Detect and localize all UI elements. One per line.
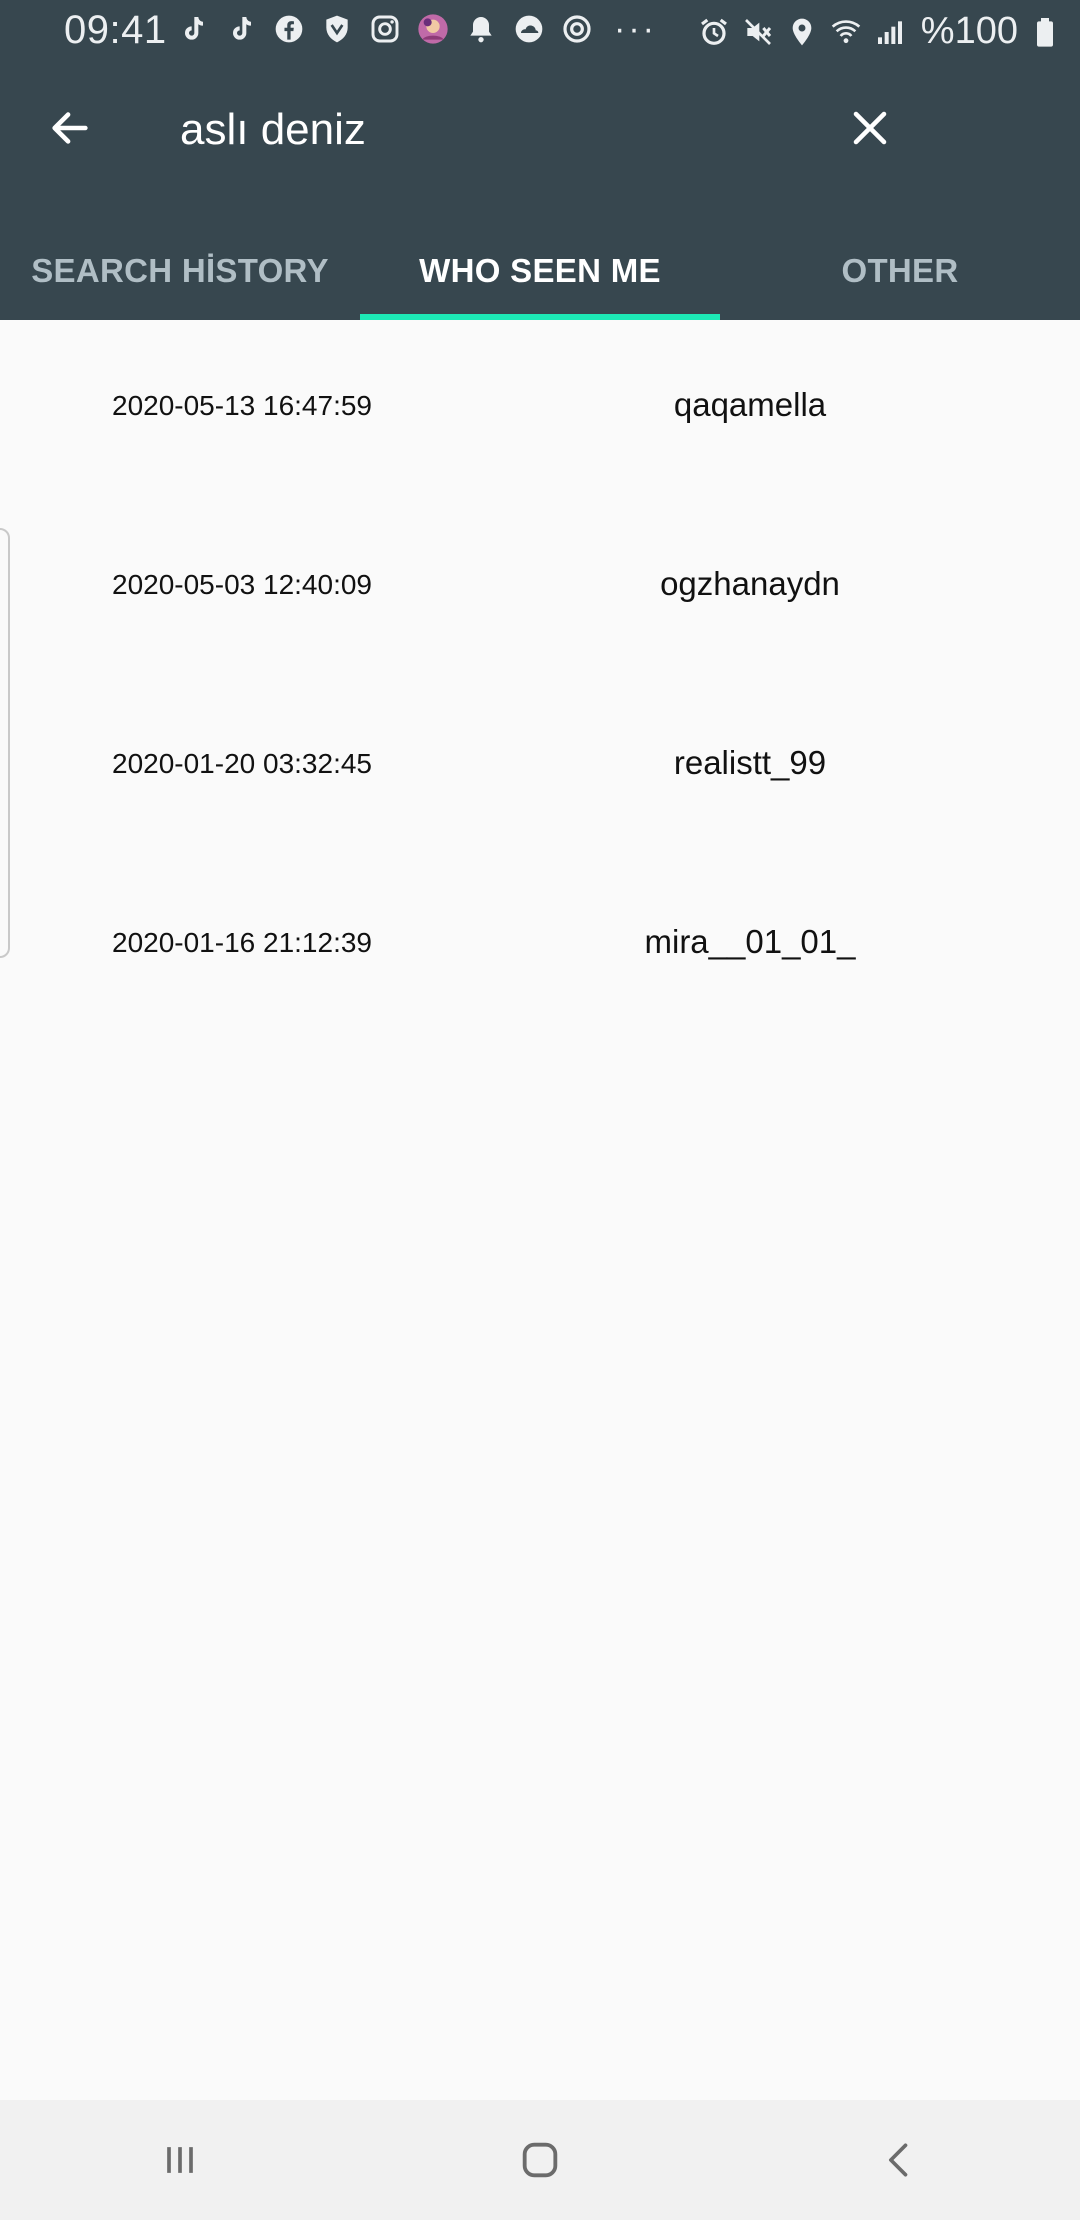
view-date: 2020-05-13 16:47:59 bbox=[112, 390, 372, 421]
sync-icon bbox=[560, 12, 594, 46]
shield-icon bbox=[320, 12, 354, 46]
list-item[interactable]: 2020-01-20 03:32:45 realistt_99 bbox=[0, 678, 1080, 857]
viewer-username: ogzhanaydn bbox=[660, 565, 840, 602]
notification-icons: ··· bbox=[176, 12, 657, 46]
arrow-back-icon bbox=[52, 112, 88, 144]
viewer-list: 2020-05-13 16:47:59 qaqamella 2020-05-03… bbox=[0, 320, 1080, 1036]
status-bar: 09:41 ··· %100 bbox=[0, 0, 1080, 64]
avatar-icon bbox=[416, 12, 450, 46]
system-icons: %100 bbox=[697, 10, 1062, 53]
viewer-username: qaqamella bbox=[673, 386, 827, 423]
alarm-icon bbox=[697, 15, 731, 49]
location-icon bbox=[785, 15, 819, 49]
list-item[interactable]: 2020-05-03 12:40:09 ogzhanaydn bbox=[0, 499, 1080, 678]
recents-icon bbox=[167, 2147, 193, 2173]
app-bar: 09:41 ··· %100 aslı deniz SEARCH HİSTORY… bbox=[0, 0, 1080, 320]
view-date: 2020-01-16 21:12:39 bbox=[112, 927, 372, 958]
tab-other[interactable]: OTHER bbox=[720, 222, 1080, 320]
list-item[interactable]: 2020-01-16 21:12:39 mira__01_01_ bbox=[0, 857, 1080, 1036]
tab-who-seen-me[interactable]: WHO SEEN ME bbox=[360, 222, 720, 320]
list-item[interactable]: 2020-05-13 16:47:59 qaqamella bbox=[0, 320, 1080, 499]
viewer-username: realistt_99 bbox=[673, 744, 827, 781]
search-input[interactable]: aslı deniz bbox=[180, 100, 366, 160]
tiktok-icon bbox=[224, 12, 258, 46]
facebook-icon bbox=[272, 12, 306, 46]
back-nav-button[interactable] bbox=[860, 2120, 940, 2200]
back-button[interactable] bbox=[42, 100, 98, 156]
bell-icon bbox=[464, 12, 498, 46]
chevron-left-icon bbox=[889, 2143, 908, 2177]
tab-bar: SEARCH HİSTORY WHO SEEN ME OTHER bbox=[0, 222, 1080, 320]
clear-search-button[interactable] bbox=[842, 100, 898, 156]
battery-icon bbox=[1028, 15, 1062, 49]
tab-search-history[interactable]: SEARCH HİSTORY bbox=[0, 222, 360, 320]
close-icon bbox=[853, 111, 887, 145]
instagram-icon bbox=[368, 12, 402, 46]
home-button[interactable] bbox=[500, 2120, 580, 2200]
view-date: 2020-05-03 12:40:09 bbox=[112, 569, 372, 600]
more-notifications: ··· bbox=[614, 10, 657, 48]
edge-panel-handle[interactable] bbox=[0, 528, 10, 958]
home-icon bbox=[522, 2142, 558, 2178]
viewer-username: mira__01_01_ bbox=[644, 923, 856, 960]
mute-icon bbox=[741, 15, 775, 49]
battery-percent: %100 bbox=[920, 10, 1018, 52]
wifi-icon bbox=[829, 15, 863, 49]
signal-icon bbox=[873, 15, 907, 49]
recent-apps-button[interactable] bbox=[140, 2120, 220, 2200]
tiktok-icon bbox=[176, 12, 210, 46]
system-nav-bar bbox=[0, 2100, 1080, 2220]
cloud-icon bbox=[512, 12, 546, 46]
status-time: 09:41 bbox=[64, 8, 167, 52]
view-date: 2020-01-20 03:32:45 bbox=[112, 748, 372, 779]
